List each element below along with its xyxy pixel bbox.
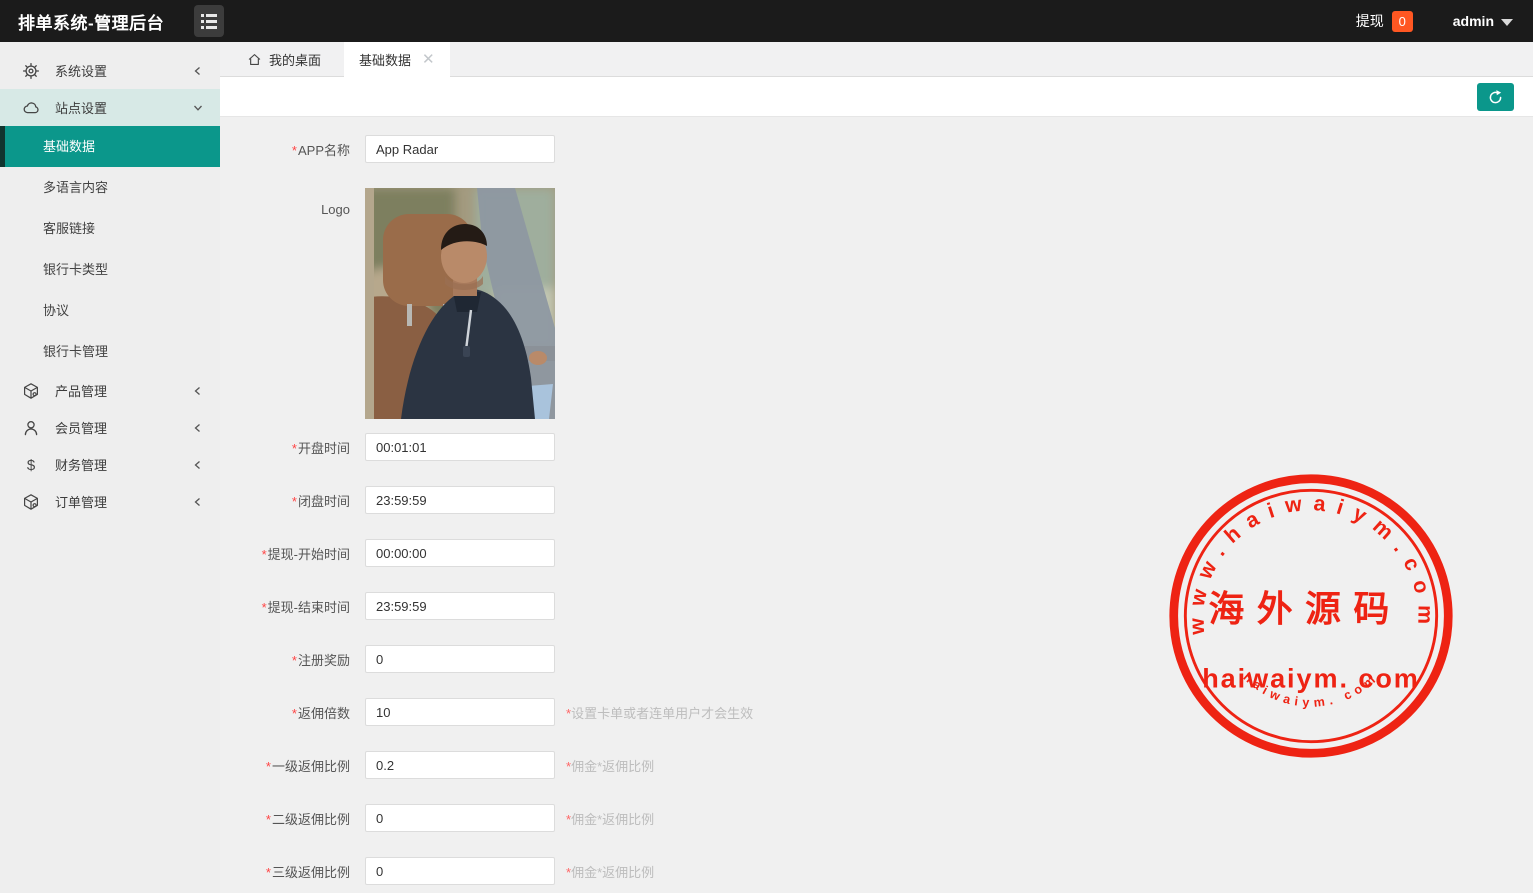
form-row-app-name: *APP名称 <box>220 135 1533 163</box>
sidebar-item-order-manage[interactable]: 订单管理 <box>0 483 220 520</box>
user-menu[interactable]: admin <box>1453 13 1513 29</box>
register-reward-label: *注册奖励 <box>291 652 350 668</box>
chevron-left-icon <box>192 386 204 396</box>
tab-label: 基础数据 <box>359 53 412 68</box>
form-row-logo: Logo <box>220 188 1533 419</box>
tab-label: 我的桌面 <box>269 52 322 68</box>
close-icon[interactable]: ✕ <box>422 52 435 67</box>
form-row-rebate-multiple: *返佣倍数 *设置卡单或者连单用户才会生效 <box>220 698 1533 726</box>
chevron-left-icon <box>192 497 204 507</box>
level3-rebate-hint: *佣金*返佣比例 <box>566 864 655 880</box>
level2-rebate-hint: *佣金*返佣比例 <box>566 811 655 827</box>
sidebar-subitem-bankcard-manage[interactable]: 银行卡管理 <box>0 331 220 372</box>
form-row-withdraw-start: *提现-开始时间 <box>220 539 1533 567</box>
tab-basic-data[interactable]: 基础数据 ✕ <box>344 42 450 77</box>
form-row-close-time: *闭盘时间 <box>220 486 1533 514</box>
withdraw-start-label: *提现-开始时间 <box>261 546 350 562</box>
topbar: 排单系统-管理后台 提现 0 admin <box>0 0 1533 42</box>
sidebar-item-site-settings[interactable]: 站点设置 <box>0 89 220 126</box>
sidebar-item-label: 系统设置 <box>55 64 108 79</box>
cube-icon <box>22 382 40 400</box>
level2-rebate-label: *二级返佣比例 <box>265 811 350 827</box>
form-row-open-time: *开盘时间 <box>220 433 1533 461</box>
level2-rebate-input[interactable] <box>365 804 555 832</box>
sidebar-subitem-service-link[interactable]: 客服链接 <box>0 208 220 249</box>
withdraw-menu[interactable]: 提现 0 <box>1355 10 1413 32</box>
chevron-left-icon <box>192 460 204 470</box>
level1-rebate-hint: *佣金*返佣比例 <box>566 758 655 774</box>
open-time-input[interactable] <box>365 433 555 461</box>
sidebar-subitem-basic-data[interactable]: 基础数据 <box>0 126 220 167</box>
sidebar-subitem-multilanguage[interactable]: 多语言内容 <box>0 167 220 208</box>
refresh-button[interactable] <box>1477 83 1514 111</box>
close-time-input[interactable] <box>365 486 555 514</box>
app-name-label: *APP名称 <box>291 142 350 158</box>
chevron-left-icon <box>192 423 204 433</box>
sidebar-item-label: 产品管理 <box>55 384 108 399</box>
logo-image-preview[interactable] <box>365 188 555 419</box>
app-name-input[interactable] <box>365 135 555 163</box>
user-icon <box>22 419 40 437</box>
caret-down-icon <box>1501 18 1513 26</box>
username: admin <box>1452 13 1494 29</box>
site-settings-submenu: 基础数据 多语言内容 客服链接 银行卡类型 协议 银行卡管理 <box>0 126 220 372</box>
withdraw-end-label: *提现-结束时间 <box>261 599 350 615</box>
sidebar-item-label: 订单管理 <box>55 495 108 510</box>
sidebar-item-product-manage[interactable]: 产品管理 <box>0 372 220 409</box>
withdraw-count-badge: 0 <box>1391 10 1413 32</box>
close-time-label: *闭盘时间 <box>291 493 350 509</box>
chevron-left-icon <box>192 66 204 76</box>
sidebar-subitem-bankcard-type[interactable]: 银行卡类型 <box>0 249 220 290</box>
gear-icon <box>22 62 40 80</box>
dollar-icon: $ <box>22 456 40 474</box>
open-time-label: *开盘时间 <box>291 440 350 456</box>
toolbar <box>220 77 1533 117</box>
form-row-level1-rebate: *一级返佣比例 *佣金*返佣比例 <box>220 751 1533 779</box>
rebate-multiple-label: *返佣倍数 <box>291 705 350 721</box>
app-title: 排单系统-管理后台 <box>18 13 165 33</box>
sidebar-item-label: 财务管理 <box>55 458 108 473</box>
form-row-level3-rebate: *三级返佣比例 *佣金*返佣比例 <box>220 857 1533 885</box>
svg-text:$: $ <box>27 457 36 474</box>
level1-rebate-input[interactable] <box>365 751 555 779</box>
admin-page: 排单系统-管理后台 提现 0 admin 系统设置 站点设置 基础数据 多语言内… <box>0 0 1533 893</box>
sidebar-item-label: 站点设置 <box>55 101 108 116</box>
sidebar-item-system-settings[interactable]: 系统设置 <box>0 52 220 89</box>
level1-rebate-label: *一级返佣比例 <box>265 758 350 774</box>
sidebar-item-finance-manage[interactable]: $ 财务管理 <box>0 446 220 483</box>
sidebar-subitem-agreement[interactable]: 协议 <box>0 290 220 331</box>
tab-my-desktop[interactable]: 我的桌面 <box>232 42 336 76</box>
logo-label: Logo <box>321 202 350 217</box>
form-row-withdraw-end: *提现-结束时间 <box>220 592 1533 620</box>
level3-rebate-label: *三级返佣比例 <box>265 864 350 880</box>
sidebar-item-label: 会员管理 <box>55 421 108 436</box>
rebate-multiple-input[interactable] <box>365 698 555 726</box>
register-reward-input[interactable] <box>365 645 555 673</box>
sidebar-toggle-button[interactable] <box>194 5 225 37</box>
main-content: 我的桌面 基础数据 ✕ *APP名称 Logo <box>220 42 1533 893</box>
tab-bar: 我的桌面 基础数据 ✕ <box>220 42 1533 77</box>
refresh-icon <box>1489 89 1502 103</box>
withdraw-end-input[interactable] <box>365 592 555 620</box>
cloud-icon <box>22 99 40 117</box>
cube-icon <box>22 493 40 511</box>
sidebar-item-member-manage[interactable]: 会员管理 <box>0 409 220 446</box>
withdraw-label: 提现 <box>1355 13 1384 29</box>
withdraw-start-input[interactable] <box>365 539 555 567</box>
basic-data-form: *APP名称 Logo <box>220 117 1533 885</box>
home-icon <box>248 53 261 65</box>
chevron-down-icon <box>192 103 204 113</box>
rebate-multiple-hint: *设置卡单或者连单用户才会生效 <box>566 705 754 721</box>
form-row-level2-rebate: *二级返佣比例 *佣金*返佣比例 <box>220 804 1533 832</box>
level3-rebate-input[interactable] <box>365 857 555 885</box>
form-row-register-reward: *注册奖励 <box>220 645 1533 673</box>
list-icon <box>201 13 218 29</box>
sidebar: 系统设置 站点设置 基础数据 多语言内容 客服链接 银行卡类型 协议 银行卡管理 <box>0 42 220 893</box>
